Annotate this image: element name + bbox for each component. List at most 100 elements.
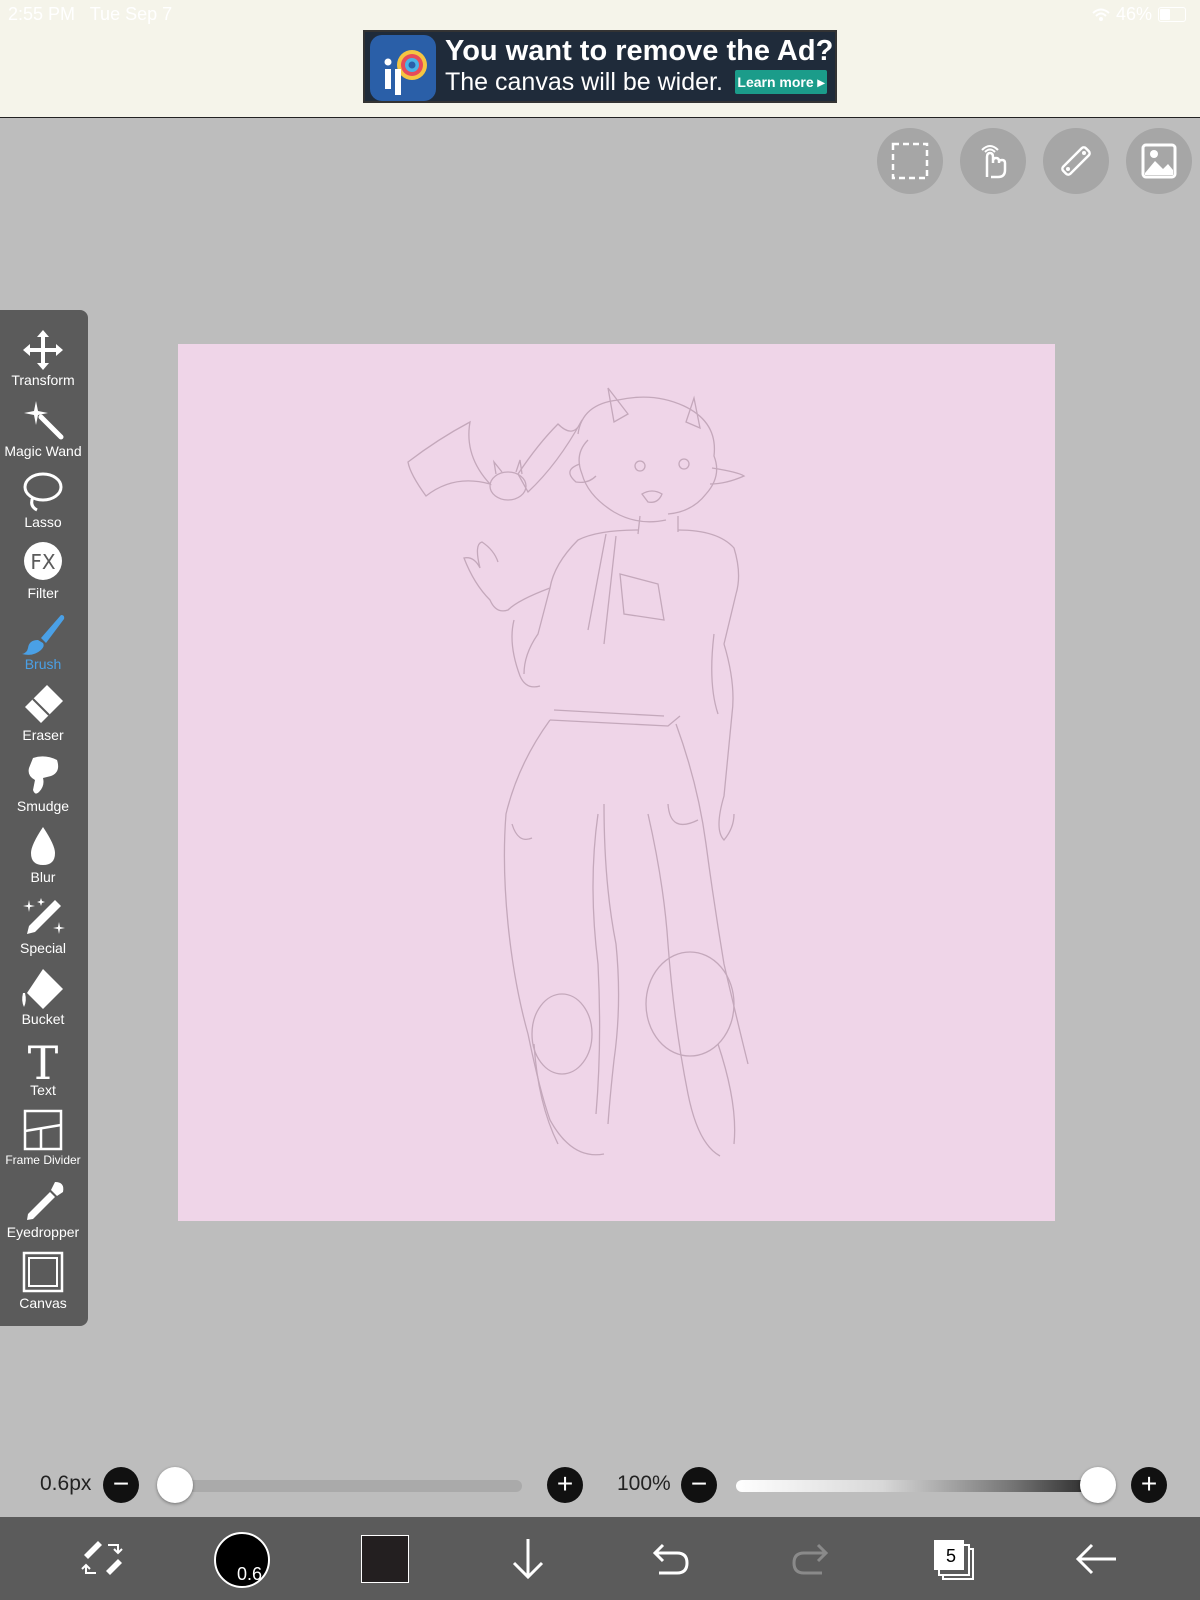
wifi-icon <box>1092 8 1110 21</box>
brush-size-knob[interactable] <box>157 1467 193 1503</box>
tool-label: Smudge <box>16 798 70 814</box>
tool-label: Eraser <box>22 727 64 743</box>
opacity-value: 100% <box>617 1472 671 1495</box>
brush-size-value: 0.6px <box>40 1472 92 1495</box>
minus-icon: − <box>112 1468 130 1499</box>
download-button[interactable] <box>500 1531 556 1587</box>
plus-icon: + <box>1140 1468 1158 1499</box>
text-icon: T <box>28 1038 59 1082</box>
plus-icon: + <box>556 1468 574 1499</box>
tool-filter[interactable]: FX Filter <box>0 537 86 607</box>
eraser-icon <box>25 685 63 723</box>
tool-brush[interactable]: Brush <box>0 608 86 678</box>
selection-button[interactable] <box>877 128 943 194</box>
redo-button[interactable] <box>784 1531 840 1587</box>
tool-label: Blur <box>30 869 56 885</box>
back-button[interactable] <box>1068 1531 1124 1587</box>
tool-bucket[interactable]: Bucket <box>0 963 86 1033</box>
tool-canvas[interactable]: Canvas <box>0 1247 86 1317</box>
arrow-down-icon <box>512 1539 544 1580</box>
tool-smudge[interactable]: Smudge <box>0 750 86 820</box>
fx-glyph: FX <box>30 550 56 574</box>
redo-icon <box>792 1543 829 1575</box>
tool-label: Filter <box>27 585 59 601</box>
tool-blur[interactable]: Blur <box>0 821 86 891</box>
tool-lasso[interactable]: Lasso <box>0 466 86 536</box>
color-swatch-button[interactable] <box>357 1531 413 1587</box>
undo-icon <box>652 1543 689 1575</box>
opacity-slider[interactable] <box>736 1480 1101 1492</box>
brush-size-increase-button[interactable]: + <box>547 1467 583 1503</box>
undo-button[interactable] <box>641 1531 697 1587</box>
brush-size-slider[interactable] <box>160 1480 522 1492</box>
tool-eyedropper[interactable]: Eyedropper <box>0 1176 86 1246</box>
layers-count: 5 <box>946 1546 957 1566</box>
tool-label: Frame Divider <box>5 1153 81 1167</box>
opacity-increase-button[interactable]: + <box>1131 1467 1167 1503</box>
layers-button[interactable]: 5 <box>925 1531 981 1587</box>
status-date: Tue Sep 7 <box>89 4 173 24</box>
hand-gesture-button[interactable] <box>960 128 1026 194</box>
ruler-button[interactable] <box>1043 128 1109 194</box>
fx-icon: FX <box>24 542 62 580</box>
tool-text[interactable]: T Text <box>0 1034 86 1104</box>
tool-label: Canvas <box>19 1295 67 1311</box>
status-clock: 2:55 PM <box>8 4 76 24</box>
ruler-icon <box>1061 146 1091 176</box>
eyedropper-icon <box>27 1182 64 1220</box>
brush-controls: 0.6px − + 100% − + <box>0 1458 1200 1514</box>
hand-gesture-icon <box>981 145 1007 179</box>
opacity-knob[interactable] <box>1080 1467 1116 1503</box>
drawing-canvas[interactable] <box>178 344 1055 1221</box>
ad-banner[interactable]: You want to remove the Ad? The canvas wi… <box>363 30 837 103</box>
top-bar: 2:55 PM Tue Sep 7 46% You want to remove… <box>0 0 1200 118</box>
tool-sidebar: Transform Magic Wand Lasso FX Filter Bru… <box>0 310 88 1326</box>
image-icon <box>1141 143 1177 179</box>
brush-size-badge: 0.6 <box>237 1564 263 1584</box>
quick-tool-switch-button[interactable] <box>74 1531 130 1587</box>
tool-label: Magic Wand <box>4 443 82 459</box>
battery-icon <box>1158 7 1186 22</box>
ad-title: You want to remove the Ad? <box>445 35 834 67</box>
tool-frame-divider[interactable]: Frame Divider <box>0 1105 86 1175</box>
brush-eraser-swap-icon <box>81 1541 123 1575</box>
blur-drop-icon <box>31 827 55 865</box>
tool-label: Bucket <box>21 1011 65 1027</box>
special-pen-icon <box>23 898 65 934</box>
text-glyph: T <box>28 1038 59 1082</box>
tool-label: Transform <box>11 372 75 388</box>
brush-size-indicator[interactable]: 0.6 <box>213 1531 271 1589</box>
tool-label: Eyedropper <box>6 1224 80 1240</box>
reference-image-button[interactable] <box>1126 128 1192 194</box>
frame-divider-icon <box>23 1109 63 1151</box>
arrow-left-icon <box>1075 1543 1116 1575</box>
status-right: 46% <box>1092 4 1186 25</box>
tool-magic-wand[interactable]: Magic Wand <box>0 395 86 465</box>
tool-transform[interactable]: Transform <box>0 324 86 394</box>
tool-label: Brush <box>24 656 62 672</box>
learn-more-label: Learn more <box>737 74 814 90</box>
bucket-icon <box>22 969 63 1009</box>
sketch-artwork <box>407 387 749 1157</box>
status-time: 2:55 PM Tue Sep 7 <box>8 4 172 25</box>
tool-label: Lasso <box>24 514 62 530</box>
tool-special[interactable]: Special <box>0 892 86 962</box>
brush-icon <box>22 615 65 655</box>
transform-icon <box>23 330 63 370</box>
ad-subtitle: The canvas will be wider. <box>445 68 723 96</box>
minus-icon: − <box>690 1468 708 1499</box>
brush-size-decrease-button[interactable]: − <box>103 1467 139 1503</box>
ibis-paint-logo <box>370 35 436 101</box>
smudge-icon <box>28 756 59 794</box>
tool-label: Special <box>20 940 66 956</box>
canvas-icon <box>22 1251 64 1293</box>
bottom-toolbar: 0.6 5 <box>0 1517 1200 1600</box>
lasso-icon <box>23 472 63 512</box>
opacity-decrease-button[interactable]: − <box>681 1467 717 1503</box>
selection-icon <box>891 142 929 180</box>
learn-more-button[interactable]: Learn more ▸ <box>735 70 827 94</box>
tool-label: Text <box>30 1082 56 1098</box>
magic-wand-icon <box>24 401 64 440</box>
current-color-swatch <box>361 1535 409 1583</box>
tool-eraser[interactable]: Eraser <box>0 679 86 749</box>
